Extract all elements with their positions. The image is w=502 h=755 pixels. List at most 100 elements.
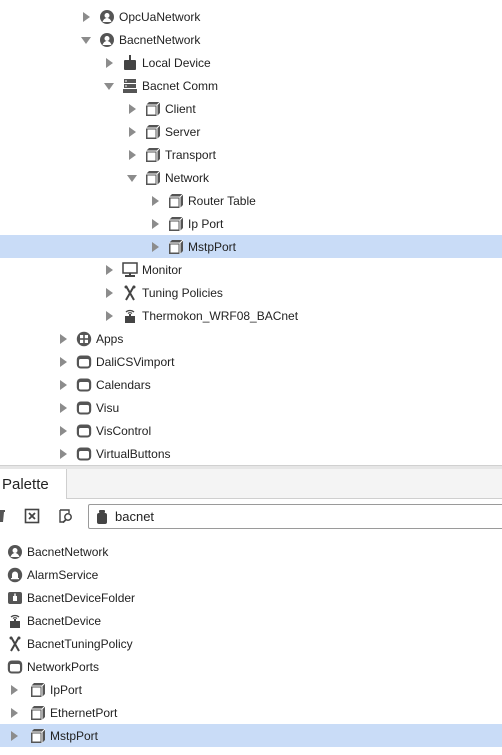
tree-item-label: DaliCSVimport bbox=[96, 354, 175, 369]
collapsed-arrow-icon[interactable] bbox=[8, 730, 20, 742]
tree-row[interactable]: Transport bbox=[0, 143, 502, 166]
tree-row[interactable]: Router Table bbox=[0, 189, 502, 212]
apps-icon bbox=[76, 331, 92, 347]
palette-item-label: BacnetTuningPolicy bbox=[27, 636, 133, 651]
monitor-icon bbox=[122, 261, 138, 278]
collapsed-arrow-icon[interactable] bbox=[57, 402, 69, 414]
tree-row[interactable]: Client bbox=[0, 97, 502, 120]
cube-icon bbox=[145, 124, 161, 140]
collapsed-arrow-icon[interactable] bbox=[126, 149, 138, 161]
collapsed-arrow-icon[interactable] bbox=[126, 103, 138, 115]
tree-row[interactable]: Local Device bbox=[0, 51, 502, 74]
tree-item-label: Ip Port bbox=[188, 216, 224, 231]
tree-row[interactable]: DaliCSVimport bbox=[0, 350, 502, 373]
palette-item[interactable]: EthernetPort bbox=[0, 701, 502, 724]
tree-item-label: Apps bbox=[96, 331, 124, 346]
tuning-icon bbox=[122, 285, 138, 301]
expanded-arrow-icon[interactable] bbox=[103, 80, 115, 92]
folder-icon bbox=[76, 354, 92, 370]
collapsed-arrow-icon[interactable] bbox=[149, 195, 161, 207]
cube-icon bbox=[168, 193, 184, 209]
tree-row[interactable]: OpcUaNetwork bbox=[0, 5, 502, 28]
tree-row[interactable]: Thermokon_WRF08_BACnet bbox=[0, 304, 502, 327]
collapsed-arrow-icon[interactable] bbox=[103, 310, 115, 322]
palette-tab-label: Palette bbox=[2, 475, 49, 493]
collapsed-arrow-icon[interactable] bbox=[8, 684, 20, 696]
tree-item-label: Transport bbox=[165, 147, 216, 162]
collapsed-arrow-icon[interactable] bbox=[57, 356, 69, 368]
expanded-arrow-icon[interactable] bbox=[126, 172, 138, 184]
collapsed-arrow-icon[interactable] bbox=[8, 707, 20, 719]
tree-item-label: MstpPort bbox=[188, 239, 237, 254]
collapsed-arrow-icon[interactable] bbox=[57, 333, 69, 345]
folder-icon bbox=[7, 659, 23, 675]
tree-item-label: Local Device bbox=[142, 55, 211, 70]
palette-item[interactable]: AlarmService bbox=[0, 563, 502, 586]
palette-item[interactable]: MstpPort bbox=[0, 724, 502, 747]
network-icon bbox=[7, 544, 23, 560]
tree-row[interactable]: Bacnet Comm bbox=[0, 74, 502, 97]
nav-tree: OpcUaNetwork BacnetNetwork Local Device Bac… bbox=[0, 0, 502, 465]
find-icon[interactable] bbox=[58, 508, 74, 524]
tree-row[interactable]: Apps bbox=[0, 327, 502, 350]
palette-item[interactable]: BacnetTuningPolicy bbox=[0, 632, 502, 655]
server-icon bbox=[122, 78, 138, 94]
collapsed-arrow-icon[interactable] bbox=[149, 218, 161, 230]
tree-item-label: BacnetNetwork bbox=[119, 32, 201, 47]
cube-icon bbox=[168, 239, 184, 255]
folder-icon bbox=[76, 423, 92, 439]
bacnet-device-icon bbox=[7, 613, 23, 629]
close-box-icon[interactable] bbox=[24, 508, 40, 524]
cube-icon bbox=[145, 101, 161, 117]
palette-item[interactable]: BacnetDevice bbox=[0, 609, 502, 632]
collapsed-arrow-icon[interactable] bbox=[57, 379, 69, 391]
tree-row[interactable]: Visu bbox=[0, 396, 502, 419]
tree-row[interactable]: Network bbox=[0, 166, 502, 189]
tree-row[interactable]: Calendars bbox=[0, 373, 502, 396]
device-icon bbox=[122, 54, 138, 71]
palette-tab[interactable]: Palette bbox=[0, 469, 67, 499]
palette-item-label: EthernetPort bbox=[50, 705, 118, 720]
tree-row[interactable]: VirtualButtons bbox=[0, 442, 502, 465]
palette-item[interactable]: BacnetDeviceFolder bbox=[0, 586, 502, 609]
tree-row[interactable]: Server bbox=[0, 120, 502, 143]
folder-icon bbox=[76, 446, 92, 462]
tree-item-label: OpcUaNetwork bbox=[119, 9, 201, 24]
collapsed-arrow-icon[interactable] bbox=[103, 57, 115, 69]
collapsed-arrow-icon[interactable] bbox=[57, 425, 69, 437]
palette-item[interactable]: IpPort bbox=[0, 678, 502, 701]
network-icon bbox=[99, 9, 115, 25]
palette-search-field[interactable] bbox=[88, 504, 502, 529]
collapsed-arrow-icon[interactable] bbox=[149, 241, 161, 253]
palette-search-input[interactable] bbox=[115, 509, 415, 524]
palette-item[interactable]: NetworkPorts bbox=[0, 655, 502, 678]
tree-item-label: Visu bbox=[96, 400, 120, 415]
collapsed-arrow-icon[interactable] bbox=[103, 287, 115, 299]
palette-item[interactable]: BacnetNetwork bbox=[0, 540, 502, 563]
tree-row[interactable]: Tuning Policies bbox=[0, 281, 502, 304]
expanded-arrow-icon[interactable] bbox=[80, 34, 92, 46]
tree-row[interactable]: MstpPort bbox=[0, 235, 502, 258]
cube-icon bbox=[30, 728, 46, 744]
palette-item-label: AlarmService bbox=[27, 567, 99, 582]
collapsed-arrow-icon[interactable] bbox=[126, 126, 138, 138]
collapsed-arrow-icon[interactable] bbox=[103, 264, 115, 276]
tree-row[interactable]: BacnetNetwork bbox=[0, 28, 502, 51]
device-folder-icon bbox=[7, 590, 23, 606]
tree-row[interactable]: Ip Port bbox=[0, 212, 502, 235]
jar-icon bbox=[94, 509, 110, 525]
tree-item-label: Bacnet Comm bbox=[142, 78, 219, 93]
tuning-icon bbox=[7, 636, 23, 652]
folder-icon bbox=[76, 400, 92, 416]
bell-icon bbox=[7, 567, 23, 583]
collapsed-arrow-icon[interactable] bbox=[57, 448, 69, 460]
palette-panel: Palette BacnetNetwork AlarmService BacnetD… bbox=[0, 469, 502, 755]
tree-row[interactable]: VisControl bbox=[0, 419, 502, 442]
cube-icon bbox=[168, 216, 184, 232]
palette-tab-bar: Palette bbox=[0, 469, 502, 499]
delete-icon[interactable] bbox=[0, 508, 7, 524]
tree-row[interactable]: Monitor bbox=[0, 258, 502, 281]
collapsed-arrow-icon[interactable] bbox=[80, 11, 92, 23]
palette-item-label: BacnetNetwork bbox=[27, 544, 109, 559]
tree-item-label: Calendars bbox=[96, 377, 151, 392]
